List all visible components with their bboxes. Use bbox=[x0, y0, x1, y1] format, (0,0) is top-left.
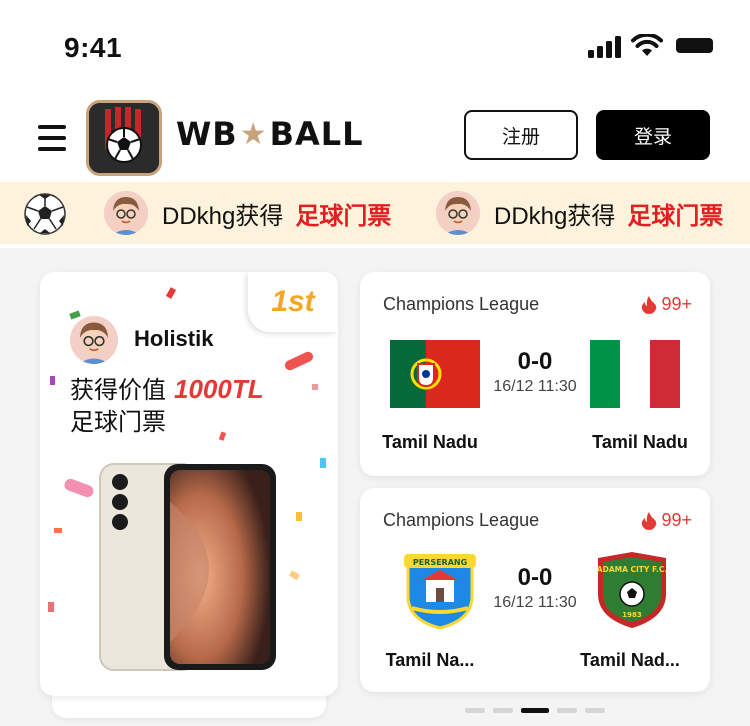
pagination-dot[interactable] bbox=[557, 708, 577, 713]
status-bar: 9:41 bbox=[0, 0, 750, 95]
app-wordmark: WB ★ BALL bbox=[176, 115, 364, 153]
star-icon: ★ bbox=[239, 116, 268, 152]
pagination-dot[interactable] bbox=[493, 708, 513, 713]
league-name: Champions League bbox=[383, 294, 540, 314]
ticker-user: DDkhg获得 bbox=[494, 202, 616, 230]
winner-name: Holistik bbox=[134, 326, 214, 351]
status-time: 9:41 bbox=[64, 32, 123, 63]
avatar bbox=[70, 316, 118, 364]
avatar bbox=[104, 191, 148, 235]
away-crest-year: 1983 bbox=[622, 611, 642, 619]
match-score: 0-0 bbox=[517, 348, 553, 375]
content-area: 1st Holistik 获得价值 1000TL 足球门票 Champions … bbox=[0, 248, 750, 726]
prize-prefix: 获得价值 bbox=[70, 377, 166, 404]
pagination-dot[interactable] bbox=[585, 708, 605, 713]
home-team-name: Tamil Na... bbox=[385, 650, 475, 670]
prize-value: 1000TL bbox=[174, 374, 264, 404]
match-score: 0-0 bbox=[517, 564, 553, 591]
rank-badge: 1st bbox=[248, 272, 338, 332]
pagination-dot-active[interactable] bbox=[521, 708, 549, 713]
cellular-signal-icon bbox=[588, 36, 621, 58]
match-card[interactable]: Champions League 99+ PERSERANG ADAMA CIT… bbox=[360, 488, 710, 692]
hot-count: 99+ bbox=[641, 510, 692, 531]
match-card[interactable]: Champions League 99+ 0-0 16/12 11:30 Tam… bbox=[360, 272, 710, 476]
match-time: 16/12 11:30 bbox=[493, 378, 577, 395]
away-team-name: Tamil Nad... bbox=[580, 650, 680, 670]
carousel-pagination bbox=[465, 708, 613, 714]
hot-count: 99+ bbox=[641, 294, 692, 315]
winners-ticker: DDkhg获得 足球门票 DDkhg获得 足球门票 bbox=[0, 182, 750, 244]
smartphone-prize-image bbox=[99, 463, 276, 671]
ticker-prize: 足球门票 bbox=[295, 202, 392, 230]
fire-icon bbox=[642, 295, 657, 314]
wordmark-left: WB bbox=[176, 115, 238, 153]
prize-item: 足球门票 bbox=[70, 409, 166, 436]
register-button[interactable]: 注册 bbox=[464, 110, 578, 160]
pagination-dot[interactable] bbox=[465, 708, 485, 713]
prize-card[interactable]: 1st Holistik 获得价值 1000TL 足球门票 bbox=[40, 272, 338, 696]
app-logo bbox=[86, 100, 162, 176]
match-time: 16/12 11:30 bbox=[493, 594, 577, 611]
avatar bbox=[436, 191, 480, 235]
hot-count-value: 99+ bbox=[661, 294, 692, 314]
league-name: Champions League bbox=[383, 510, 540, 530]
ticker-user: DDkhg获得 bbox=[162, 202, 284, 230]
menu-icon[interactable] bbox=[38, 125, 66, 151]
hot-count-value: 99+ bbox=[661, 510, 692, 530]
battery-icon bbox=[676, 38, 713, 53]
wifi-icon bbox=[631, 34, 663, 56]
fire-icon bbox=[642, 511, 657, 530]
home-team-name: Tamil Nadu bbox=[382, 432, 478, 452]
away-team-name: Tamil Nadu bbox=[592, 432, 688, 452]
ticker-item: DDkhg获得 足球门票 bbox=[436, 191, 723, 235]
login-button[interactable]: 登录 bbox=[596, 110, 710, 160]
soccer-ball-icon bbox=[24, 193, 66, 235]
ticker-prize: 足球门票 bbox=[627, 202, 724, 230]
wordmark-right: BALL bbox=[269, 115, 364, 153]
app-header: WB ★ BALL 注册 登录 bbox=[0, 95, 750, 180]
prize-description: 获得价值 1000TL bbox=[70, 370, 264, 405]
ticker-item: DDkhg获得 足球门票 bbox=[104, 191, 391, 235]
